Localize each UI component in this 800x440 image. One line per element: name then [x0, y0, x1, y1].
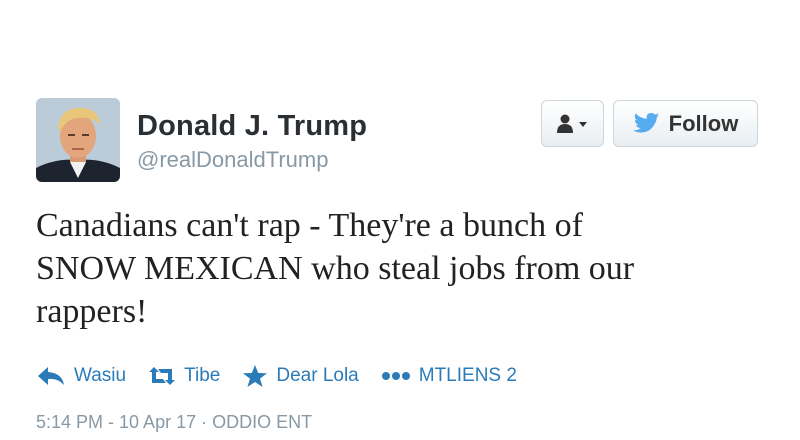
star-icon	[243, 365, 268, 387]
follow-label: Follow	[668, 110, 739, 136]
follow-button[interactable]: Follow	[613, 100, 758, 147]
retweet-action[interactable]: Tibe	[148, 365, 220, 387]
tweet-text: Canadians can't rap - They're a bunch of…	[36, 207, 635, 330]
more-label: MTLIENS 2	[418, 365, 517, 386]
author-name[interactable]: Donald J. Trump	[137, 110, 367, 143]
reply-icon	[38, 367, 64, 385]
author-handle[interactable]: @realDonaldTrump	[137, 147, 328, 173]
reply-label: Wasiu	[74, 365, 127, 386]
twitter-bird-icon	[632, 113, 660, 133]
reply-action[interactable]: Wasiu	[36, 365, 126, 387]
retweet-icon	[149, 367, 176, 385]
tweet-card: Donald J. Trump @realDonaldTrump Follow …	[0, 0, 800, 440]
retweet-label: Tibe	[184, 365, 221, 386]
favorite-action[interactable]: Dear Lola	[242, 364, 359, 388]
more-icon	[381, 372, 410, 380]
user-dropdown-icon	[556, 114, 587, 133]
favorite-label: Dear Lola	[276, 365, 359, 386]
avatar-portrait-icon	[36, 98, 120, 182]
user-actions-button[interactable]	[541, 100, 604, 147]
avatar[interactable]	[36, 98, 120, 182]
tweet-timestamp[interactable]: 5:14 PM - 10 Apr 17 · ODDIO ENT	[36, 412, 312, 433]
tweet-actions: Wasiu Tibe Dear Lola MTLIENS 2	[36, 362, 539, 390]
more-action[interactable]: MTLIENS 2	[381, 365, 517, 387]
